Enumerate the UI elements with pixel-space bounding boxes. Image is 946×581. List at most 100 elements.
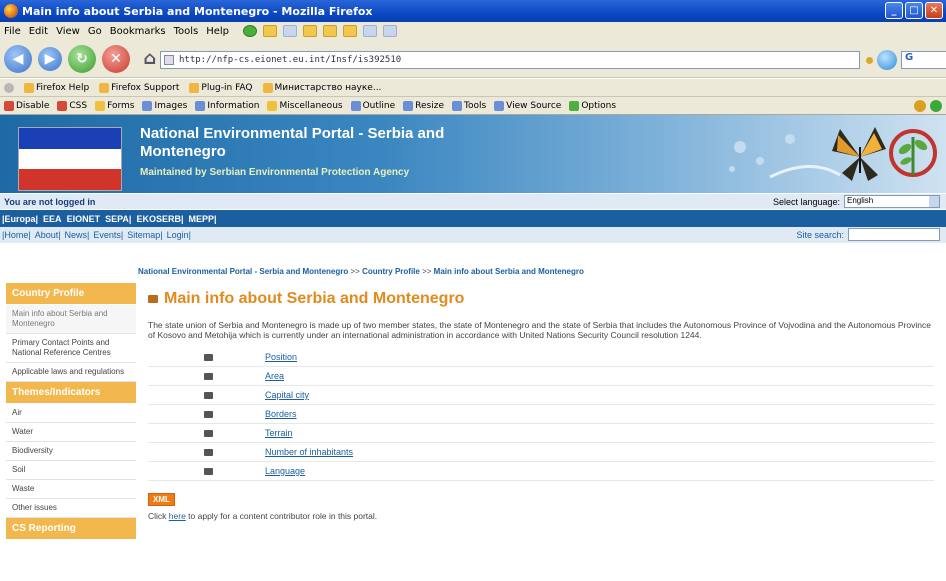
minimize-button[interactable]: _ — [885, 2, 903, 19]
sidebar-item-soil[interactable]: Soil — [6, 461, 136, 480]
status-warning-icon[interactable] — [914, 100, 926, 112]
go-dropdown-icon[interactable] — [866, 56, 873, 64]
dev-outline[interactable]: Outline — [350, 100, 395, 111]
sidebar-item-air[interactable]: Air — [6, 404, 136, 423]
nav-login[interactable]: Login| — [167, 230, 191, 240]
nav-sitemap[interactable]: Sitemap| — [127, 230, 162, 240]
menu-edit[interactable]: Edit — [29, 26, 48, 37]
toolbar-folder-icon[interactable] — [263, 25, 278, 37]
language-select[interactable]: English — [844, 195, 940, 208]
menu-bar: File Edit View Go Bookmarks Tools Help — [0, 22, 946, 40]
sidebar-item-water[interactable]: Water — [6, 423, 136, 442]
bookmark-icon — [24, 82, 34, 93]
menu-tools[interactable]: Tools — [174, 26, 199, 37]
maximize-button[interactable]: □ — [905, 2, 923, 19]
back-button[interactable]: ◀ — [4, 44, 32, 73]
toolbar-folder3-icon[interactable] — [323, 25, 338, 37]
stop-button[interactable]: ✕ — [102, 44, 130, 73]
sidebar-item-laws[interactable]: Applicable laws and regulations — [6, 363, 136, 382]
site-banner: National Environmental Portal - Serbia a… — [0, 115, 946, 193]
dev-images[interactable]: Images — [142, 100, 187, 111]
forward-button[interactable]: ▶ — [38, 46, 62, 71]
list-item: Number of inhabitants — [148, 443, 934, 462]
toolbar-tree-icon[interactable] — [383, 25, 398, 37]
document-icon — [204, 429, 213, 437]
document-icon — [204, 353, 213, 361]
link-sepa[interactable]: SEPA| — [105, 214, 131, 224]
close-button[interactable]: ✕ — [925, 2, 943, 19]
sidebar-item-biodiversity[interactable]: Biodiversity — [6, 442, 136, 461]
document-icon — [204, 391, 213, 399]
dev-tools[interactable]: Tools — [452, 100, 486, 111]
toolbar-folder2-icon[interactable] — [303, 25, 318, 37]
link-language[interactable]: Language — [265, 466, 305, 476]
link-eea[interactable]: EEA — [43, 214, 62, 224]
link-area[interactable]: Area — [265, 371, 284, 381]
serbia-montenegro-flag — [18, 127, 122, 191]
nav-news[interactable]: News| — [65, 230, 90, 240]
link-borders[interactable]: Borders — [265, 409, 297, 419]
status-ok-icon[interactable] — [930, 100, 942, 112]
breadcrumb-portal[interactable]: National Environmental Portal - Serbia a… — [138, 267, 348, 276]
link-europa[interactable]: |Europa| — [2, 214, 38, 224]
reload-button[interactable]: ↻ — [68, 44, 96, 73]
toolbar-window-icon[interactable] — [283, 25, 298, 37]
sidebar-heading-reporting[interactable]: CS Reporting — [6, 518, 136, 540]
web-page: National Environmental Portal - Serbia a… — [0, 115, 946, 581]
toolbar-green-icon[interactable] — [243, 25, 258, 37]
link-mepp[interactable]: MEPP| — [188, 214, 216, 224]
page-title: Main info about Serbia and Montenegro — [164, 290, 465, 307]
link-position[interactable]: Position — [265, 352, 297, 362]
dev-forms[interactable]: Forms — [95, 100, 134, 111]
document-icon — [204, 372, 213, 380]
sidebar-item-contact-points[interactable]: Primary Contact Points and National Refe… — [6, 334, 136, 363]
link-inhabitants[interactable]: Number of inhabitants — [265, 447, 353, 457]
xml-badge[interactable]: XML — [148, 493, 175, 506]
bookmark-icon — [189, 82, 200, 93]
list-item: Language — [148, 462, 934, 481]
dev-information[interactable]: Information — [195, 100, 259, 111]
bookmark-firefox-help[interactable]: Firefox Help — [24, 82, 89, 93]
dev-view-source[interactable]: View Source — [494, 100, 561, 111]
developer-toolbar: Disable CSS Forms Images Information Mis… — [0, 97, 946, 115]
go-button[interactable] — [877, 50, 897, 70]
link-eionet[interactable]: EIONET — [67, 214, 101, 224]
nav-about[interactable]: About| — [35, 230, 61, 240]
link-ekoserb[interactable]: EKOSERB| — [136, 214, 183, 224]
site-subtitle: Maintained by Serbian Environmental Prot… — [140, 167, 410, 178]
bookmark-ministry[interactable]: Министарство науке... — [262, 82, 381, 93]
site-search-input[interactable] — [848, 228, 940, 241]
dev-miscellaneous[interactable]: Miscellaneous — [267, 100, 343, 111]
sidebar-item-waste[interactable]: Waste — [6, 480, 136, 499]
view-source-icon — [494, 100, 505, 111]
menu-file[interactable]: File — [4, 26, 21, 37]
link-terrain[interactable]: Terrain — [265, 428, 293, 438]
breadcrumb-country-profile[interactable]: Country Profile — [362, 267, 420, 276]
dev-resize[interactable]: Resize — [403, 100, 444, 111]
nav-home[interactable]: |Home| — [2, 230, 31, 240]
sidebar-heading-themes[interactable]: Themes/Indicators — [6, 382, 136, 404]
gear-icon[interactable] — [4, 82, 14, 93]
search-box[interactable]: G — [901, 51, 946, 69]
link-capital-city[interactable]: Capital city — [265, 390, 309, 400]
toolbar-check-icon[interactable] — [363, 25, 378, 37]
toolbar-folder4-icon[interactable] — [343, 25, 358, 37]
menu-bookmarks[interactable]: Bookmarks — [110, 26, 166, 37]
bookmark-firefox-support[interactable]: Firefox Support — [99, 82, 179, 93]
dev-css[interactable]: CSS — [57, 100, 87, 111]
menu-go[interactable]: Go — [88, 26, 102, 37]
sidebar-item-main-info[interactable]: Main info about Serbia and Montenegro — [6, 305, 136, 334]
chevron-down-icon — [929, 196, 939, 207]
sidebar-heading-country-profile[interactable]: Country Profile — [6, 283, 136, 305]
dev-disable[interactable]: Disable — [4, 100, 49, 111]
apply-link[interactable]: here — [169, 511, 186, 521]
sidebar-item-other-issues[interactable]: Other issues — [6, 499, 136, 518]
menu-view[interactable]: View — [56, 26, 80, 37]
address-bar[interactable]: http://nfp-cs.eionet.eu.int/Insf/is39251… — [160, 51, 860, 69]
bookmark-plugin-faq[interactable]: Plug-in FAQ — [189, 82, 253, 93]
menu-help[interactable]: Help — [206, 26, 229, 37]
dev-options[interactable]: Options — [569, 100, 616, 111]
nav-events[interactable]: Events| — [93, 230, 123, 240]
folder-icon — [148, 295, 158, 303]
list-item: Position — [148, 348, 934, 367]
